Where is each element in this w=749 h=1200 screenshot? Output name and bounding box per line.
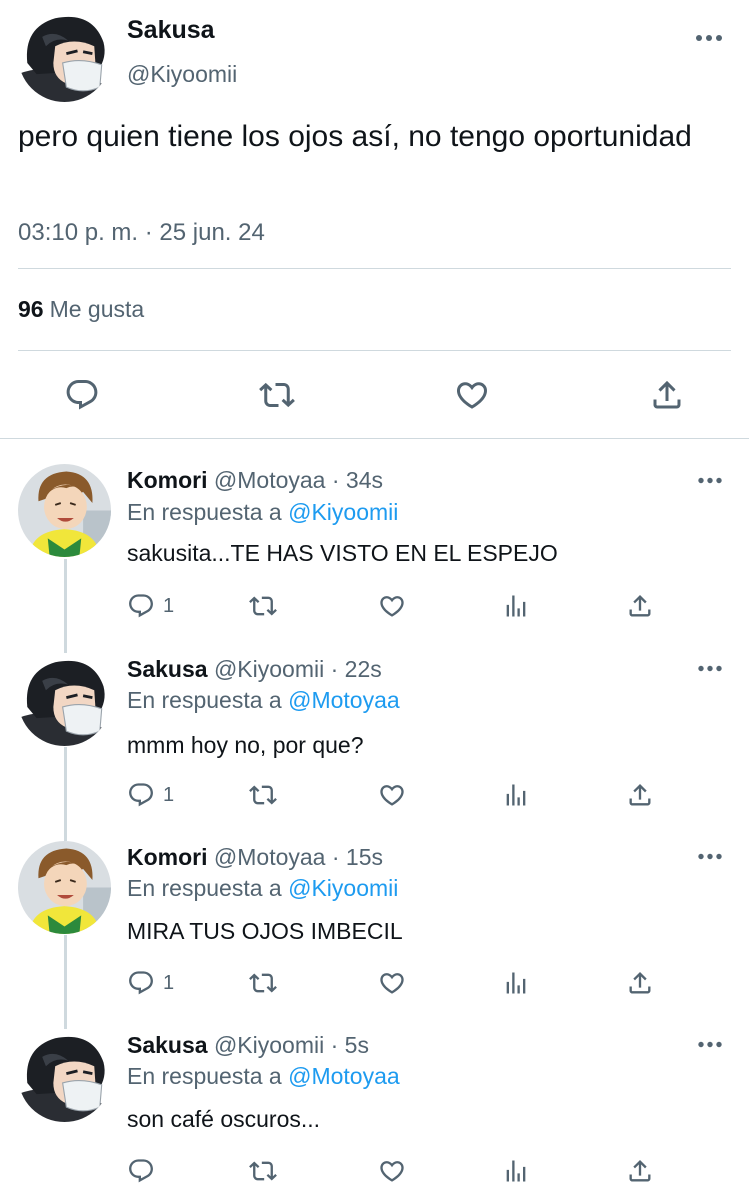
reply-mention-link[interactable]: @Kiyoomii xyxy=(288,875,398,901)
reply-context: En respuesta a @Kiyoomii xyxy=(127,875,398,902)
reply-author-handle[interactable]: @Kiyoomii xyxy=(214,1032,324,1058)
divider xyxy=(18,350,731,351)
retweet-icon[interactable] xyxy=(249,969,277,997)
reply-context: En respuesta a @Motoyaa xyxy=(127,1063,400,1090)
like-icon[interactable] xyxy=(454,377,490,413)
tweet-text: pero quien tiene los ojos así, no tengo … xyxy=(18,120,692,153)
reply-time[interactable]: · 5s xyxy=(331,1032,369,1058)
reply-avatar[interactable] xyxy=(18,841,111,934)
share-icon[interactable] xyxy=(626,781,654,809)
reply-context: En respuesta a @Motoyaa xyxy=(127,687,400,714)
reply-author-name[interactable]: Sakusa xyxy=(127,656,208,682)
reply-text: MIRA TUS OJOS IMBECIL xyxy=(127,918,403,944)
retweet-icon[interactable] xyxy=(249,592,277,620)
tweet-timestamp[interactable]: 03:10 p. m. · 25 jun. 24 xyxy=(18,219,265,247)
thread-line xyxy=(64,935,67,1023)
author-name[interactable]: Sakusa xyxy=(127,16,215,45)
reply-text: son café oscuros... xyxy=(127,1106,321,1132)
reply-context: En respuesta a @Kiyoomii xyxy=(127,499,398,526)
more-options-icon[interactable] xyxy=(697,1040,723,1049)
share-icon[interactable] xyxy=(626,1157,654,1185)
reply-author-handle[interactable]: @Motoyaa xyxy=(214,467,326,493)
retweet-icon[interactable] xyxy=(259,377,295,413)
analytics-icon[interactable] xyxy=(502,969,530,997)
more-options-icon[interactable] xyxy=(695,33,723,43)
like-icon[interactable] xyxy=(378,1157,406,1185)
retweet-icon[interactable] xyxy=(249,781,277,809)
share-icon[interactable] xyxy=(649,377,685,413)
reply-tweet[interactable]: Sakusa @Kiyoomii · 5s En respuesta a @Mo… xyxy=(0,1023,749,1200)
share-icon[interactable] xyxy=(626,592,654,620)
retweet-icon[interactable] xyxy=(249,1157,277,1185)
more-options-icon[interactable] xyxy=(697,852,723,861)
share-icon[interactable] xyxy=(626,969,654,997)
divider xyxy=(0,438,749,439)
reply-prefix: En respuesta a xyxy=(127,687,282,713)
reply-count: 1 xyxy=(163,784,175,806)
reply-mention-link[interactable]: @Motoyaa xyxy=(288,687,400,713)
divider xyxy=(18,268,731,269)
author-handle[interactable]: @Kiyoomii xyxy=(127,61,237,88)
reply-time[interactable]: · 15s xyxy=(332,844,383,870)
likes-count: 96 xyxy=(18,296,44,322)
like-icon[interactable] xyxy=(378,969,406,997)
reply-author-name[interactable]: Komori xyxy=(127,467,208,493)
reply-icon[interactable] xyxy=(127,1157,155,1185)
analytics-icon[interactable] xyxy=(502,781,530,809)
reply-avatar[interactable] xyxy=(18,464,111,557)
reply-tweet[interactable]: Sakusa @Kiyoomii · 22s En respuesta a @M… xyxy=(0,647,749,835)
reply-author-handle[interactable]: @Motoyaa xyxy=(214,844,326,870)
likes-summary[interactable]: 96 Me gusta xyxy=(18,296,144,323)
reply-mention-link[interactable]: @Motoyaa xyxy=(288,1063,400,1089)
reply-author-name[interactable]: Sakusa xyxy=(127,1032,208,1058)
like-icon[interactable] xyxy=(378,781,406,809)
more-options-icon[interactable] xyxy=(697,476,723,485)
thread-line xyxy=(64,747,67,835)
reply-tweet[interactable]: Komori @Motoyaa · 34s En respuesta a @Ki… xyxy=(0,459,749,647)
analytics-icon[interactable] xyxy=(502,1157,530,1185)
reply-tweet[interactable]: Komori @Motoyaa · 15s En respuesta a @Ki… xyxy=(0,835,749,1023)
reply-count: 1 xyxy=(163,972,175,994)
thread-line xyxy=(64,559,67,647)
reply-header: Sakusa @Kiyoomii · 22s xyxy=(127,656,382,683)
author-avatar[interactable] xyxy=(18,9,111,102)
more-options-icon[interactable] xyxy=(697,664,723,673)
reply-author-handle[interactable]: @Kiyoomii xyxy=(214,656,324,682)
reply-prefix: En respuesta a xyxy=(127,499,282,525)
reply-avatar[interactable] xyxy=(18,1029,111,1122)
reply-header: Komori @Motoyaa · 34s xyxy=(127,467,383,494)
reply-icon[interactable] xyxy=(64,377,100,413)
analytics-icon[interactable] xyxy=(502,592,530,620)
reply-header: Komori @Motoyaa · 15s xyxy=(127,844,383,871)
reply-author-name[interactable]: Komori xyxy=(127,844,208,870)
reply-time[interactable]: · 34s xyxy=(332,467,383,493)
reply-text: sakusita...TE HAS VISTO EN EL ESPEJO xyxy=(127,540,558,566)
reply-avatar[interactable] xyxy=(18,653,111,746)
reply-prefix: En respuesta a xyxy=(127,1063,282,1089)
likes-label: Me gusta xyxy=(49,296,145,322)
reply-count: 1 xyxy=(163,595,175,617)
reply-icon[interactable] xyxy=(127,592,155,620)
reply-header: Sakusa @Kiyoomii · 5s xyxy=(127,1032,369,1059)
reply-icon[interactable] xyxy=(127,969,155,997)
like-icon[interactable] xyxy=(378,592,406,620)
reply-time[interactable]: · 22s xyxy=(331,656,382,682)
reply-prefix: En respuesta a xyxy=(127,875,282,901)
reply-mention-link[interactable]: @Kiyoomii xyxy=(288,499,398,525)
reply-icon[interactable] xyxy=(127,781,155,809)
reply-text: mmm hoy no, por que? xyxy=(127,732,364,758)
